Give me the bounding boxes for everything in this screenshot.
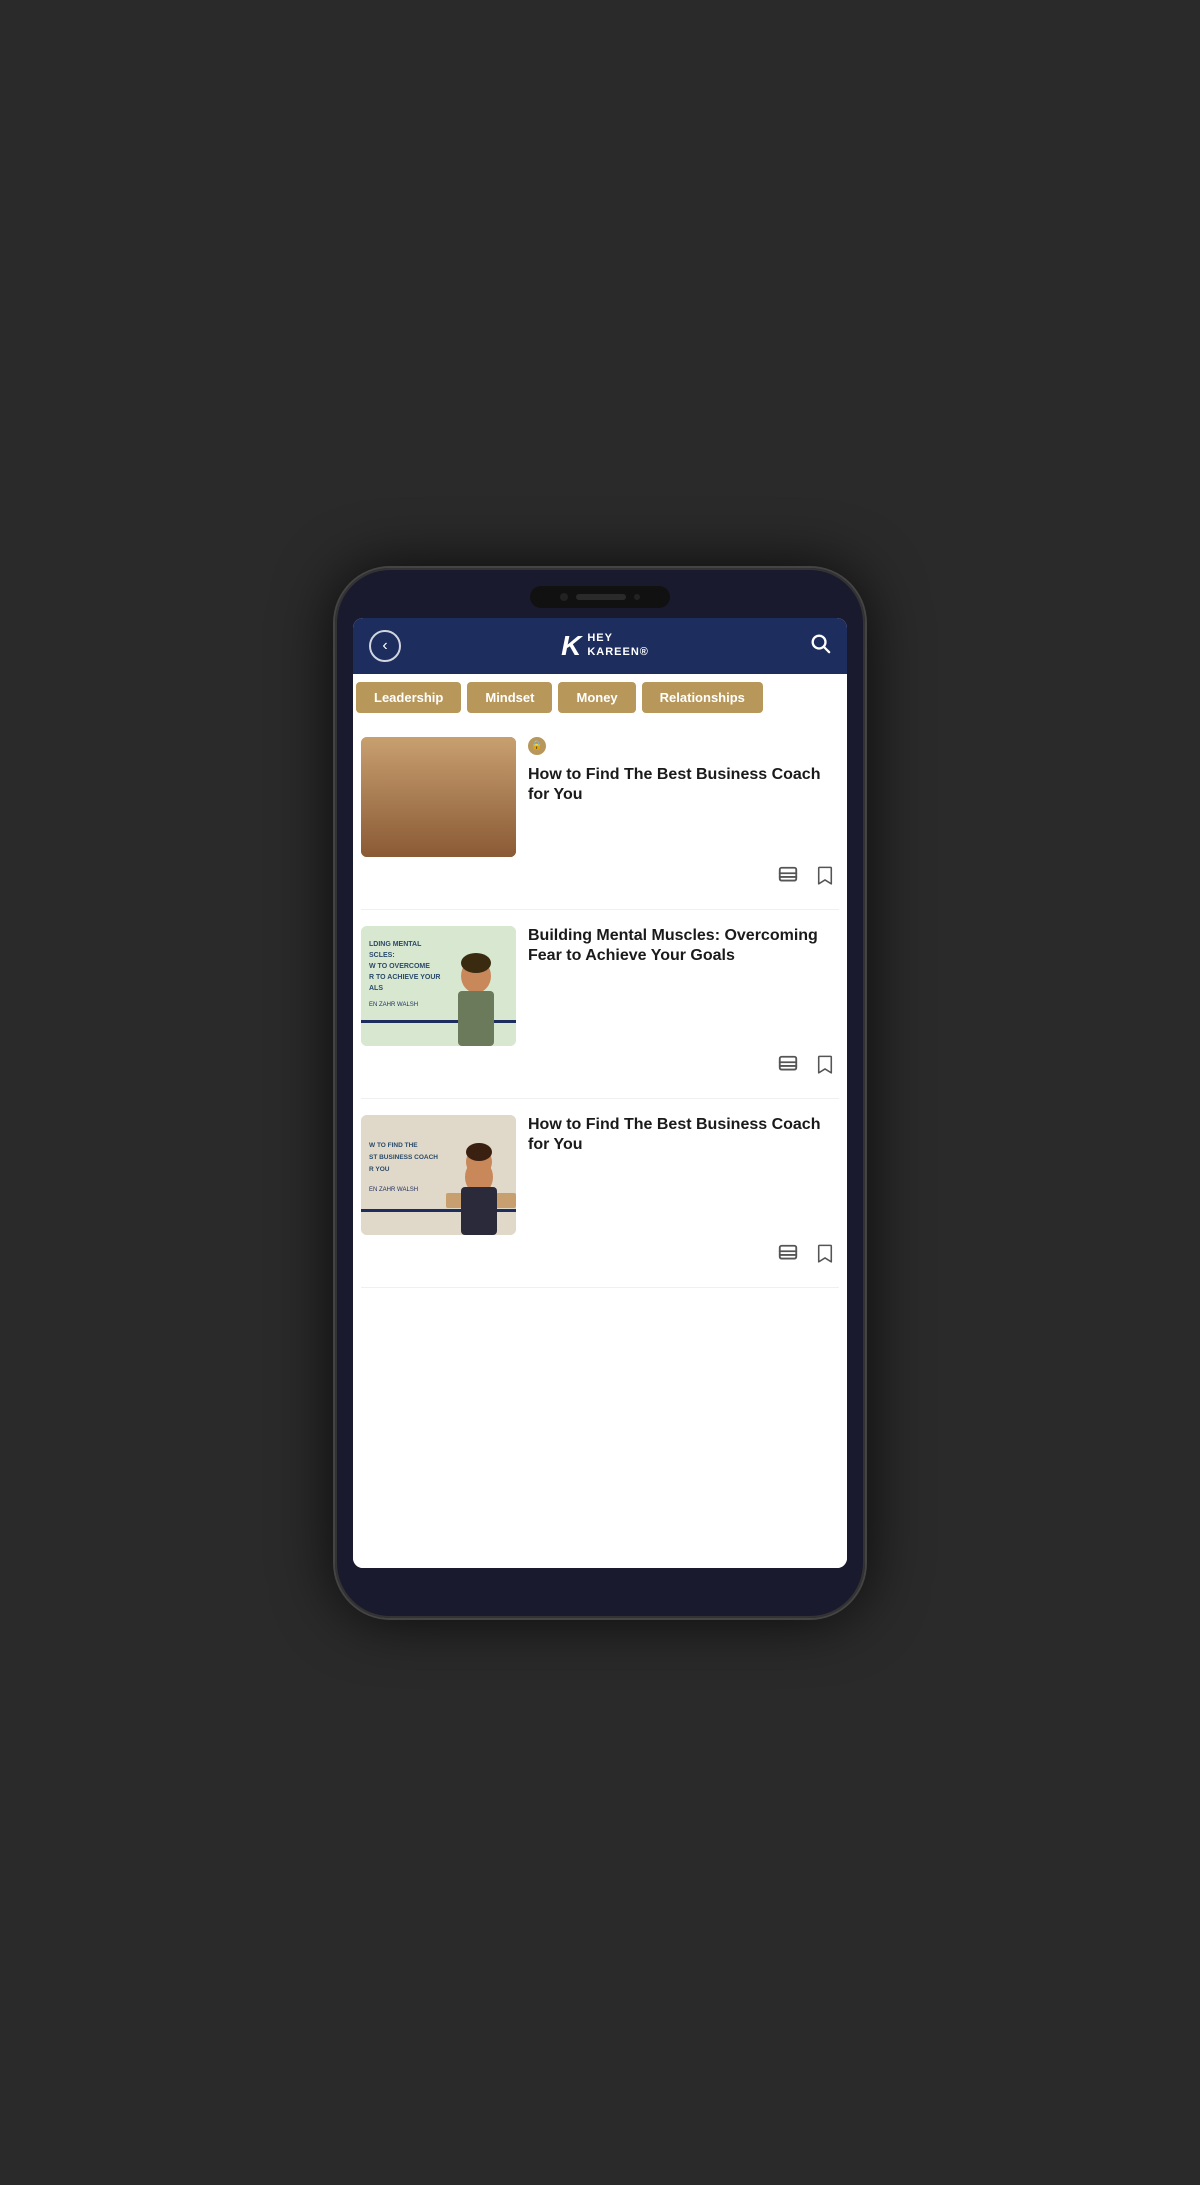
category-badge: 🔒	[528, 737, 546, 755]
comment-icon-3[interactable]	[777, 1243, 799, 1271]
app-header: ‹ K HEY KAREEN®	[353, 618, 847, 674]
category-tabs: Leadership Mindset Money Relationships	[353, 674, 847, 721]
camera-dot	[560, 593, 568, 601]
logo: K HEY KAREEN®	[561, 632, 649, 660]
article-thumbnail-2[interactable]: LDING MENTAL SCLES: W TO OVERCOME R TO A…	[361, 926, 516, 1046]
svg-text:LDING MENTAL: LDING MENTAL	[369, 941, 422, 948]
article-title-1[interactable]: How to Find The Best Business Coach for …	[528, 765, 839, 807]
article-item-3: W TO FIND THE ST BUSINESS COACH R YOU EN…	[361, 1099, 839, 1288]
svg-text:ALS: ALS	[369, 985, 383, 992]
svg-text:R TO ACHIEVE YOUR: R TO ACHIEVE YOUR	[369, 974, 440, 981]
svg-text:EN ZAHR WALSH: EN ZAHR WALSH	[369, 1187, 418, 1193]
tab-mindset[interactable]: Mindset	[467, 682, 552, 713]
tab-money[interactable]: Money	[558, 682, 635, 713]
article-item-2: LDING MENTAL SCLES: W TO OVERCOME R TO A…	[361, 910, 839, 1099]
search-button[interactable]	[809, 632, 831, 660]
bookmark-icon-2[interactable]	[815, 1054, 835, 1082]
tab-relationships[interactable]: Relationships	[642, 682, 763, 713]
phone-camera-area	[530, 586, 670, 608]
comment-icon-1[interactable]	[777, 865, 799, 893]
speaker	[576, 594, 626, 600]
article-actions-1	[361, 857, 839, 893]
article-badge-1: 🔒	[528, 737, 839, 759]
article-row-3: W TO FIND THE ST BUSINESS COACH R YOU EN…	[361, 1115, 839, 1235]
svg-text:EN ZAHR WALSH: EN ZAHR WALSH	[369, 1002, 418, 1008]
article-title-3[interactable]: How to Find The Best Business Coach for …	[528, 1115, 839, 1157]
article-info-2: Building Mental Muscles: Overcoming Fear…	[528, 926, 839, 968]
article-actions-2	[361, 1046, 839, 1082]
svg-text:W TO FIND THE: W TO FIND THE	[369, 1142, 418, 1149]
bookmark-icon-3[interactable]	[815, 1243, 835, 1271]
comment-icon-2[interactable]	[777, 1054, 799, 1082]
article-row: 🔒 How to Find The Best Business Coach fo…	[361, 737, 839, 857]
content-area: 🔒 How to Find The Best Business Coach fo…	[353, 721, 847, 1568]
bookmark-icon-1[interactable]	[815, 865, 835, 893]
phone-screen: ‹ K HEY KAREEN® Leadership Mindset Money	[353, 618, 847, 1568]
phone-frame: ‹ K HEY KAREEN® Leadership Mindset Money	[335, 568, 865, 1618]
article-actions-3	[361, 1235, 839, 1271]
article-info-3: How to Find The Best Business Coach for …	[528, 1115, 839, 1157]
article-info-1: 🔒 How to Find The Best Business Coach fo…	[528, 737, 839, 807]
article-row-2: LDING MENTAL SCLES: W TO OVERCOME R TO A…	[361, 926, 839, 1046]
svg-text:SCLES:: SCLES:	[369, 952, 395, 959]
svg-text:W TO OVERCOME: W TO OVERCOME	[369, 963, 430, 970]
svg-text:R YOU: R YOU	[369, 1166, 390, 1173]
logo-text-group: HEY KAREEN®	[587, 632, 649, 658]
back-button[interactable]: ‹	[369, 630, 401, 662]
article-thumbnail-1[interactable]	[361, 737, 516, 857]
logo-k: K	[561, 632, 581, 660]
back-icon: ‹	[382, 637, 387, 655]
svg-text:ST BUSINESS COACH: ST BUSINESS COACH	[369, 1154, 438, 1161]
article-thumbnail-3[interactable]: W TO FIND THE ST BUSINESS COACH R YOU EN…	[361, 1115, 516, 1235]
article-item: 🔒 How to Find The Best Business Coach fo…	[361, 721, 839, 910]
logo-line2: KAREEN®	[587, 646, 649, 659]
logo-line1: HEY	[587, 632, 649, 645]
tab-leadership[interactable]: Leadership	[356, 682, 461, 713]
article-title-2[interactable]: Building Mental Muscles: Overcoming Fear…	[528, 926, 839, 968]
camera-dot2	[634, 594, 640, 600]
lock-icon: 🔒	[531, 740, 542, 751]
